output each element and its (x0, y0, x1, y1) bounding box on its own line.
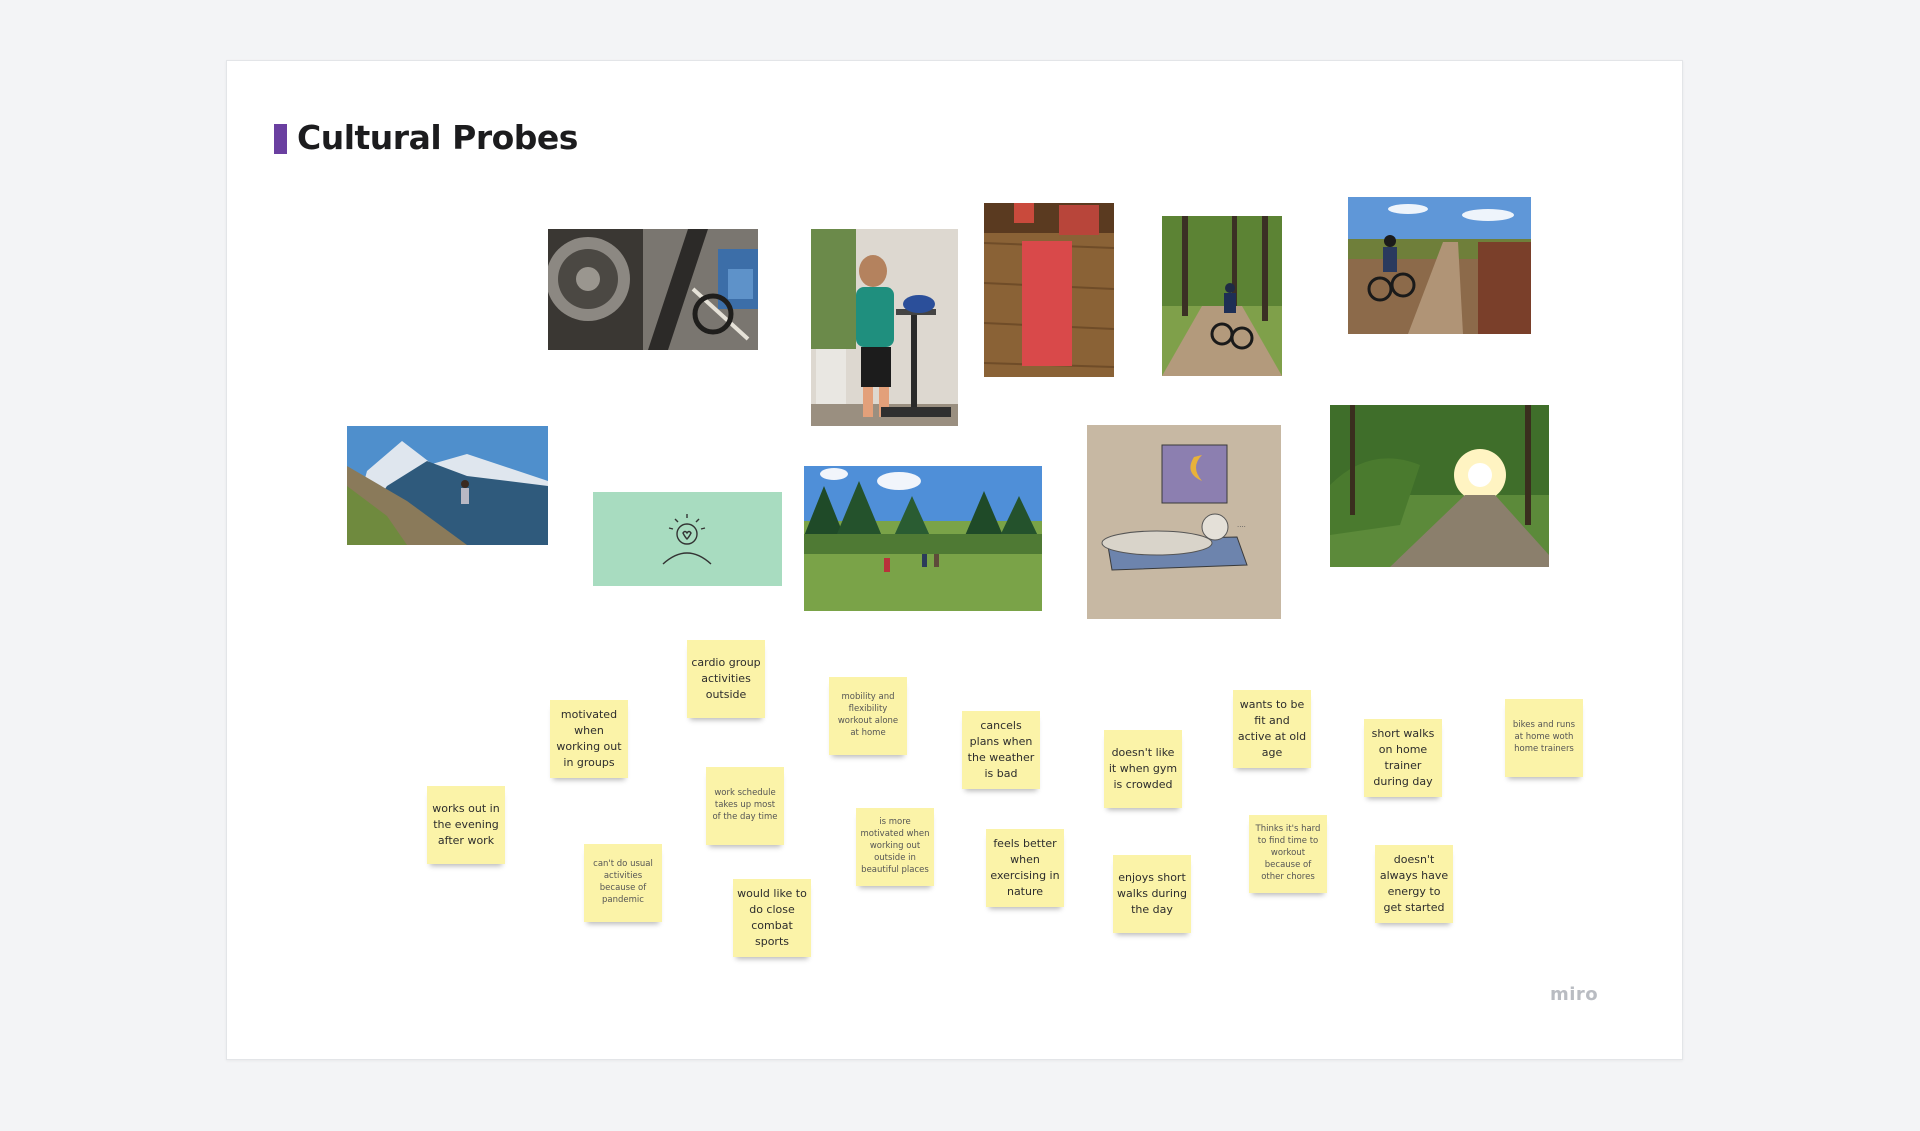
sticky-note[interactable]: is more motivated when working out outsi… (856, 808, 934, 886)
sticky-note[interactable]: works out in the evening after work (427, 786, 505, 864)
yoga-mat-photo[interactable] (984, 203, 1114, 377)
person-heart-icon (662, 514, 712, 565)
field-cyclist-photo[interactable] (1348, 197, 1531, 334)
sticky-note[interactable]: motivated when working out in groups (550, 700, 628, 778)
woman-treadmill-photo[interactable] (811, 229, 958, 426)
sticky-note[interactable]: mobility and flexibility workout alone a… (829, 677, 907, 755)
person-heart-icon-card[interactable] (593, 492, 782, 586)
sticky-note[interactable]: work schedule takes up most of the day t… (706, 767, 784, 845)
sticky-note[interactable]: cancels plans when the weather is bad (962, 711, 1040, 789)
miro-logo: miro (1550, 984, 1599, 1005)
board-title[interactable]: Cultural Probes (297, 118, 578, 157)
sticky-note[interactable]: short walks on home trainer during day (1364, 719, 1442, 797)
title-accent-bar (274, 124, 287, 154)
bed-drawing-photo[interactable]: .... (1087, 425, 1281, 619)
sticky-note[interactable]: cardio group activities outside (687, 640, 765, 718)
mountain-hiker-photo[interactable] (347, 426, 548, 545)
sticky-note[interactable]: feels better when exercising in nature (986, 829, 1064, 907)
sticky-note[interactable]: Thinks it's hard to find time to workout… (1249, 815, 1327, 893)
sticky-note[interactable]: enjoys short walks during the day (1113, 855, 1191, 933)
sticky-note[interactable]: doesn't always have energy to get starte… (1375, 845, 1453, 923)
bike-gears-photo[interactable] (548, 229, 758, 350)
sunny-road-photo[interactable] (1330, 405, 1549, 567)
sticky-note[interactable]: wants to be fit and active at old age (1233, 690, 1311, 768)
svg-text:....: .... (1237, 521, 1246, 529)
sticky-note[interactable]: bikes and runs at home woth home trainer… (1505, 699, 1583, 777)
sticky-note[interactable]: can't do usual activities because of pan… (584, 844, 662, 922)
meadow-hikers-photo[interactable] (804, 466, 1042, 611)
sticky-note[interactable]: would like to do close combat sports (733, 879, 811, 957)
sticky-note[interactable]: doesn't like it when gym is crowded (1104, 730, 1182, 808)
forest-cyclist-photo[interactable] (1162, 216, 1282, 376)
